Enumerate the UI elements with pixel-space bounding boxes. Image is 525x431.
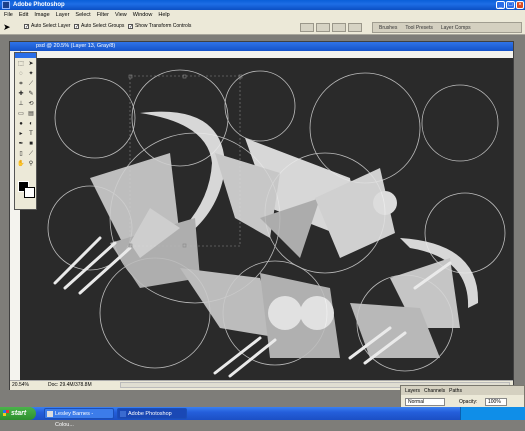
windows-logo-icon bbox=[3, 410, 9, 416]
menu-file[interactable]: File bbox=[4, 12, 13, 18]
photoshop-app-icon bbox=[2, 1, 10, 9]
artwork bbox=[47, 69, 506, 378]
history-brush-tool-icon[interactable]: ⟲ bbox=[27, 100, 35, 108]
document-title: psd @ 20.5% (Layer 13, Gray/8) bbox=[36, 43, 116, 49]
bird-eye bbox=[300, 296, 334, 330]
auto-select-layer-option[interactable]: ✓ Auto Select Layer bbox=[24, 23, 70, 29]
menu-edit[interactable]: Edit bbox=[19, 12, 28, 18]
menu-filter[interactable]: Filter bbox=[97, 12, 109, 18]
align-top-button[interactable] bbox=[300, 23, 314, 32]
auto-select-groups-option[interactable]: ✓ Auto Select Groups bbox=[74, 23, 124, 29]
taskbar-item-browser[interactable]: Lesley Barnes - Colou... bbox=[44, 408, 114, 428]
show-transform-label: Show Transform Controls bbox=[135, 23, 192, 29]
background-color-swatch[interactable] bbox=[24, 187, 35, 198]
taskbar-item-photoshop[interactable]: Adobe Photoshop bbox=[117, 408, 187, 419]
browser-icon bbox=[47, 411, 53, 417]
healing-brush-tool-icon[interactable]: ✚ bbox=[17, 90, 25, 98]
path-selection-tool-icon[interactable]: ▸ bbox=[17, 130, 25, 138]
close-button[interactable]: × bbox=[516, 1, 524, 9]
align-middle-button[interactable] bbox=[316, 23, 330, 32]
tab-layers[interactable]: Layers bbox=[405, 388, 420, 394]
start-label: start bbox=[11, 410, 27, 417]
zoom-level[interactable]: 20.54% bbox=[12, 382, 29, 388]
palette-well-tool-presets[interactable]: Tool Presets bbox=[405, 25, 433, 31]
crop-tool-icon[interactable]: ⌗ bbox=[17, 80, 25, 88]
align-bottom-button[interactable] bbox=[332, 23, 346, 32]
palette-well-layer-comps[interactable]: Layer Comps bbox=[441, 25, 471, 31]
photoshop-icon bbox=[120, 411, 126, 417]
document-canvas[interactable] bbox=[20, 58, 513, 380]
bird-streak bbox=[78, 246, 132, 295]
move-tool-icon[interactable]: ➤ bbox=[27, 60, 35, 68]
menu-bar: File Edit Image Layer Select Filter View… bbox=[0, 10, 525, 19]
toolbox: ⬚ ➤ ◌ ✦ ⌗ ⟋ ✚ ✎ ⊥ ⟲ ▭ ▤ ● ◐ ▸ T ✒ ■ ▯ ⟋ … bbox=[14, 52, 37, 210]
menu-image[interactable]: Image bbox=[34, 12, 49, 18]
transform-handle bbox=[182, 74, 187, 79]
window-title: Adobe Photoshop bbox=[13, 2, 65, 8]
guide-circle bbox=[224, 70, 296, 142]
menu-layer[interactable]: Layer bbox=[56, 12, 70, 18]
dodge-tool-icon[interactable]: ◐ bbox=[27, 120, 35, 128]
tab-paths[interactable]: Paths bbox=[449, 388, 462, 394]
show-transform-option[interactable]: ✓ Show Transform Controls bbox=[128, 23, 191, 29]
align-buttons bbox=[300, 23, 362, 32]
start-button[interactable]: start bbox=[0, 407, 36, 420]
palette-well-brushes[interactable]: Brushes bbox=[379, 25, 397, 31]
maximize-button[interactable]: □ bbox=[506, 1, 515, 9]
blur-tool-icon[interactable]: ● bbox=[17, 120, 25, 128]
system-tray bbox=[460, 407, 525, 420]
auto-select-groups-label: Auto Select Groups bbox=[81, 23, 125, 29]
menu-window[interactable]: Window bbox=[133, 12, 153, 18]
auto-select-layer-label: Auto Select Layer bbox=[31, 23, 71, 29]
taskbar-item-label: Adobe Photoshop bbox=[128, 411, 172, 417]
align-left-button[interactable] bbox=[348, 23, 362, 32]
eraser-tool-icon[interactable]: ▭ bbox=[17, 110, 25, 118]
hand-tool-icon[interactable]: ✋ bbox=[17, 160, 25, 168]
opacity-input[interactable]: 100% bbox=[485, 398, 507, 406]
opacity-label: Opacity: bbox=[459, 399, 478, 405]
guide-circle bbox=[424, 192, 506, 274]
zoom-tool-icon[interactable]: ⚲ bbox=[27, 160, 35, 168]
tab-channels[interactable]: Channels bbox=[424, 388, 445, 394]
transform-handle bbox=[128, 74, 133, 79]
gradient-tool-icon[interactable]: ▤ bbox=[27, 110, 35, 118]
document-title-bar[interactable]: psd @ 20.5% (Layer 13, Gray/8) bbox=[10, 42, 513, 51]
layers-palette-tabs: Layers Channels Paths bbox=[401, 386, 524, 395]
notes-tool-icon[interactable]: ▯ bbox=[17, 150, 25, 158]
type-tool-icon[interactable]: T bbox=[27, 130, 35, 138]
palette-well: Brushes Tool Presets Layer Comps bbox=[372, 22, 522, 33]
guide-circle bbox=[54, 77, 136, 159]
pen-tool-icon[interactable]: ✒ bbox=[17, 140, 25, 148]
magic-wand-tool-icon[interactable]: ✦ bbox=[27, 70, 35, 78]
menu-view[interactable]: View bbox=[115, 12, 127, 18]
menu-help[interactable]: Help bbox=[158, 12, 169, 18]
document-window: psd @ 20.5% (Layer 13, Gray/8) 20.54% Do… bbox=[9, 41, 514, 390]
guide-circle bbox=[421, 84, 499, 162]
bird-head bbox=[373, 191, 397, 215]
title-bar: Adobe Photoshop _ □ × bbox=[0, 0, 525, 10]
slice-tool-icon[interactable]: ⟋ bbox=[27, 80, 35, 88]
guide-circle bbox=[309, 72, 421, 184]
minimize-button[interactable]: _ bbox=[496, 1, 505, 9]
taskbar: start Lesley Barnes - Colou... Adobe Pho… bbox=[0, 407, 525, 428]
bird-eye bbox=[268, 296, 302, 330]
toolbox-header[interactable] bbox=[15, 53, 36, 58]
menu-select[interactable]: Select bbox=[75, 12, 90, 18]
move-tool-preset-icon[interactable]: ➤ bbox=[3, 22, 17, 32]
options-bar: ➤ ✓ Auto Select Layer ✓ Auto Select Grou… bbox=[0, 19, 525, 35]
brush-tool-icon[interactable]: ✎ bbox=[27, 90, 35, 98]
clone-stamp-tool-icon[interactable]: ⊥ bbox=[17, 100, 25, 108]
shape-tool-icon[interactable]: ■ bbox=[27, 140, 35, 148]
lasso-tool-icon[interactable]: ◌ bbox=[17, 70, 25, 78]
blend-mode-select[interactable]: Normal bbox=[405, 398, 445, 406]
show-transform-checkbox[interactable]: ✓ bbox=[128, 23, 133, 29]
document-size: Doc: 29.4M/378.8M bbox=[48, 382, 92, 388]
auto-select-groups-checkbox[interactable]: ✓ bbox=[74, 23, 79, 29]
eyedropper-tool-icon[interactable]: ⟋ bbox=[27, 150, 35, 158]
marquee-tool-icon[interactable]: ⬚ bbox=[17, 60, 25, 68]
auto-select-layer-checkbox[interactable]: ✓ bbox=[24, 23, 29, 29]
